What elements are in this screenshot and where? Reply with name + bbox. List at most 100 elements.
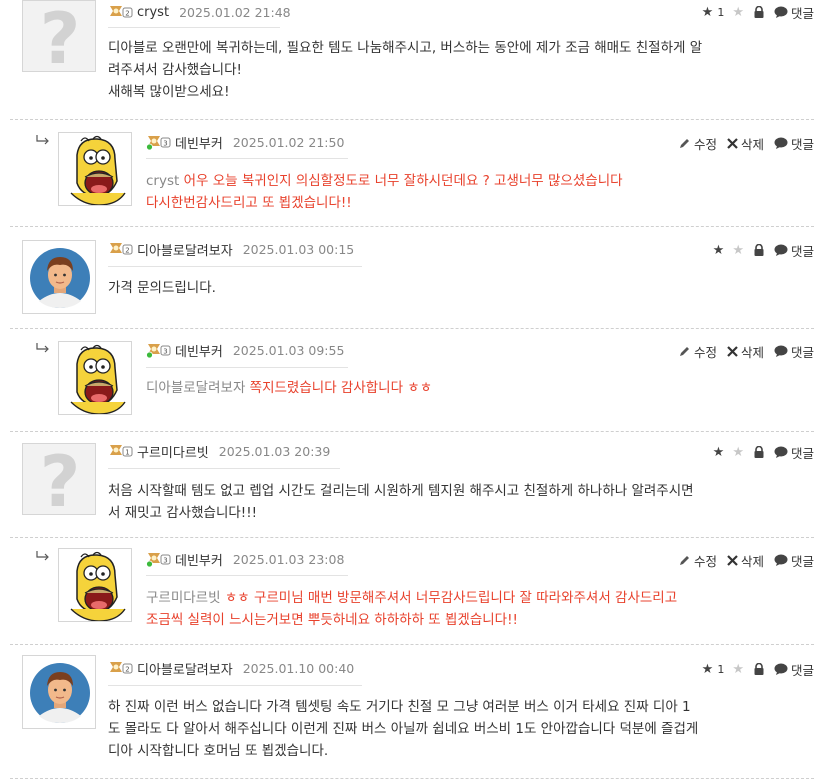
recommend-button[interactable]: ★ 1	[702, 5, 725, 20]
reply-button[interactable]: 댓글	[774, 660, 814, 679]
comment-date: 2025.01.03 00:15	[242, 241, 355, 257]
speech-bubble-icon	[774, 446, 788, 458]
svg-text:3: 3	[163, 140, 167, 148]
author-name[interactable]: 구르미다르빗	[137, 442, 209, 461]
avatar-man	[22, 655, 96, 729]
reply-arrow-icon	[36, 135, 49, 145]
mention[interactable]: 구르미다르빗	[146, 590, 221, 606]
svg-text:3: 3	[163, 348, 167, 356]
pencil-icon	[679, 556, 689, 565]
comment-actions: ★ ★ 댓글	[703, 241, 814, 259]
comment-header: 1 구르미다르빗 2025.01.03 20:39	[108, 442, 330, 461]
recommend-button[interactable]: ★	[713, 445, 725, 460]
edit-button[interactable]: 수정	[679, 551, 717, 570]
comment-date: 2025.01.10 00:40	[242, 660, 355, 676]
header-underline	[146, 575, 348, 576]
divider	[10, 226, 814, 227]
lock-icon[interactable]	[754, 244, 764, 256]
star-icon: ★	[712, 444, 725, 460]
lock-icon[interactable]	[754, 446, 764, 458]
unrecommend-star-icon[interactable]: ★	[732, 662, 744, 677]
speech-bubble-icon	[774, 6, 788, 18]
level-icon: 3	[146, 342, 172, 359]
level-icon: 1	[108, 443, 134, 459]
comment-date: 2025.01.03 23:08	[232, 551, 345, 567]
svg-text:2: 2	[125, 10, 129, 18]
edit-button[interactable]: 수정	[679, 134, 717, 153]
comment-header: 3 데빈부커 2025.01.02 21:50	[146, 133, 345, 152]
comment-actions: ★ 1 ★ 댓글	[692, 3, 814, 21]
recommend-button[interactable]: ★	[713, 243, 725, 258]
svg-text:?: ?	[40, 1, 81, 72]
delete-button[interactable]: 삭제	[727, 551, 764, 570]
lock-icon[interactable]	[754, 663, 764, 675]
mention[interactable]: 디아블로달려보자	[146, 380, 245, 396]
author-name[interactable]: 디아블로달려보자	[137, 659, 233, 678]
divider	[10, 778, 814, 779]
recommend-count: 1	[717, 5, 725, 19]
avatar-man	[22, 240, 96, 314]
divider	[10, 328, 814, 329]
comment-header: 2 디아블로달려보자 2025.01.10 00:40	[108, 659, 355, 678]
avatar-placeholder: ?	[22, 443, 96, 515]
comment-actions: ★ 1 ★ 댓글	[692, 660, 814, 678]
comment-actions: 수정 삭제 댓글	[669, 134, 814, 152]
unrecommend-star-icon[interactable]: ★	[732, 445, 744, 460]
author-name[interactable]: 데빈부커	[175, 133, 223, 152]
close-icon	[727, 345, 738, 357]
reply-button[interactable]: 댓글	[774, 443, 814, 462]
comment-date: 2025.01.02 21:50	[232, 134, 345, 150]
recommend-count: 1	[717, 662, 725, 676]
comment-actions: ★ ★ 댓글	[703, 443, 814, 461]
star-icon: ★	[712, 242, 725, 258]
header-underline	[146, 367, 348, 368]
divider	[10, 537, 814, 538]
unrecommend-star-icon[interactable]: ★	[732, 243, 744, 258]
comment-header: 3 데빈부커 2025.01.03 09:55	[146, 341, 344, 360]
reply-button[interactable]: 댓글	[774, 134, 814, 153]
svg-text:?: ?	[40, 444, 81, 515]
avatar-homer	[58, 548, 132, 622]
speech-bubble-icon	[774, 554, 788, 566]
close-icon	[727, 554, 738, 566]
avatar-placeholder: ?	[22, 0, 96, 72]
comment-header: 2 cryst 2025.01.02 21:48	[108, 3, 291, 21]
divider	[10, 119, 814, 120]
svg-text:1: 1	[125, 449, 129, 457]
lock-icon[interactable]	[754, 6, 764, 18]
reply-button[interactable]: 댓글	[774, 241, 814, 260]
star-icon: ★	[701, 661, 714, 677]
comment-actions: 수정 삭제 댓글	[669, 551, 814, 569]
speech-bubble-icon	[774, 663, 788, 675]
speech-bubble-icon	[774, 137, 788, 149]
unrecommend-star-icon[interactable]: ★	[732, 5, 744, 20]
level-icon: 2	[108, 241, 134, 257]
reply-button[interactable]: 댓글	[774, 551, 814, 570]
reply-arrow-icon	[36, 343, 49, 353]
star-icon: ★	[701, 4, 714, 20]
svg-text:3: 3	[163, 557, 167, 565]
speech-bubble-icon	[774, 244, 788, 256]
author-name[interactable]: 데빈부커	[175, 550, 223, 569]
level-icon: 3	[146, 551, 172, 568]
mention[interactable]: cryst	[146, 173, 179, 189]
level-icon: 2	[108, 660, 134, 676]
delete-button[interactable]: 삭제	[727, 134, 764, 153]
author-name[interactable]: 데빈부커	[175, 341, 223, 360]
author-name[interactable]: cryst	[137, 5, 169, 20]
header-underline	[108, 685, 362, 686]
delete-button[interactable]: 삭제	[727, 342, 764, 361]
comment-body: 디아블로달려보자 쪽지드렸습니다 감사합니다 ㅎㅎ	[146, 380, 433, 396]
reply-button[interactable]: 댓글	[774, 3, 814, 22]
author-name[interactable]: 디아블로달려보자	[137, 240, 233, 259]
edit-button[interactable]: 수정	[679, 342, 717, 361]
recommend-button[interactable]: ★ 1	[702, 662, 725, 677]
comment-date: 2025.01.02 21:48	[179, 4, 291, 20]
level-icon: 2	[108, 4, 134, 20]
divider	[10, 431, 814, 432]
reply-button[interactable]: 댓글	[774, 342, 814, 361]
comment-body: cryst 어우 오늘 복귀인지 의심할정도로 너무 잘하시던데요 ? 고생너무…	[146, 173, 623, 211]
svg-text:2: 2	[125, 666, 129, 674]
avatar-homer	[58, 132, 132, 206]
pencil-icon	[679, 347, 689, 356]
